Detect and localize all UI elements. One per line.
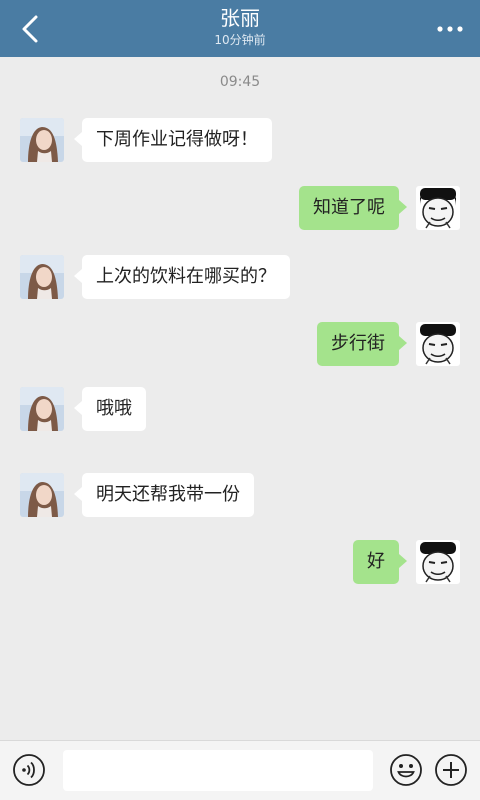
header-title-group: 张丽 10分钟前 bbox=[0, 6, 480, 48]
outgoing-message-bubble[interactable]: 好 bbox=[353, 540, 407, 584]
user-avatar[interactable] bbox=[416, 186, 460, 230]
input-toolbar bbox=[0, 740, 480, 800]
message-timestamp: 09:45 bbox=[219, 74, 261, 90]
incoming-message-bubble[interactable]: 哦哦 bbox=[74, 387, 146, 431]
last-seen: 10分钟前 bbox=[214, 33, 266, 47]
contact-avatar[interactable] bbox=[20, 118, 64, 162]
contact-avatar[interactable] bbox=[20, 255, 64, 299]
emoji-icon[interactable] bbox=[389, 753, 423, 787]
outgoing-message-bubble[interactable]: 知道了呢 bbox=[299, 186, 407, 230]
user-avatar[interactable] bbox=[416, 322, 460, 366]
outgoing-message-bubble[interactable]: 步行街 bbox=[317, 322, 407, 366]
incoming-message-bubble[interactable]: 下周作业记得做呀！ bbox=[74, 118, 272, 162]
more-dots-icon[interactable] bbox=[436, 18, 464, 40]
user-avatar[interactable] bbox=[416, 540, 460, 584]
plus-icon[interactable] bbox=[434, 753, 468, 787]
incoming-message-bubble[interactable]: 上次的饮料在哪买的？ bbox=[74, 255, 290, 299]
voice-icon[interactable] bbox=[12, 753, 46, 787]
message-input[interactable] bbox=[63, 750, 373, 791]
contact-avatar[interactable] bbox=[20, 387, 64, 431]
chat-screen: 张丽 10分钟前 09:45 下周作业记得做呀！ 知道了呢 上次的饮料在哪买的？… bbox=[0, 0, 480, 800]
contact-avatar[interactable] bbox=[20, 473, 64, 517]
incoming-message-bubble[interactable]: 明天还帮我带一份 bbox=[74, 473, 254, 517]
contact-name: 张丽 bbox=[220, 6, 260, 30]
chat-header: 张丽 10分钟前 bbox=[0, 0, 480, 57]
